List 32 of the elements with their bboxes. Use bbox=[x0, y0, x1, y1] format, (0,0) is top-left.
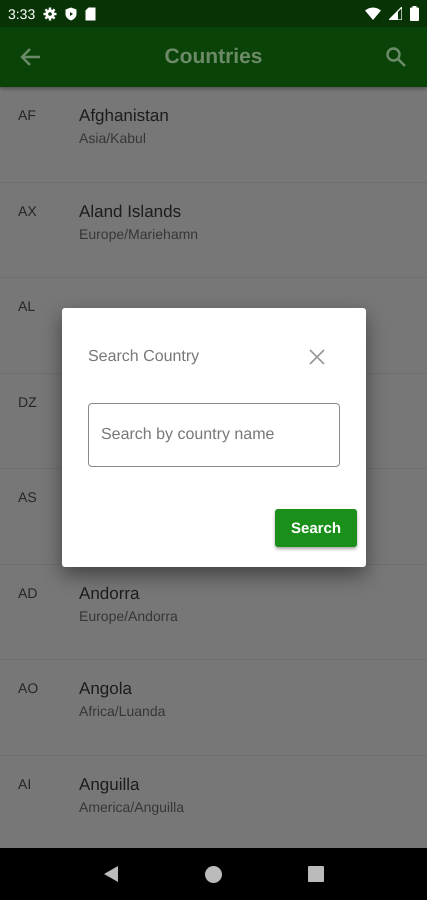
status-time: 3:33 bbox=[8, 6, 36, 22]
country-code: AS bbox=[18, 488, 38, 507]
battery-icon bbox=[410, 6, 419, 21]
shield-icon bbox=[65, 6, 78, 20]
country-name: Andorra bbox=[79, 584, 140, 604]
search-field[interactable]: Search by country name bbox=[88, 403, 340, 467]
country-code: AL bbox=[18, 297, 36, 316]
timezone-label: Africa/Luanda bbox=[79, 703, 166, 719]
gear-icon bbox=[43, 6, 58, 20]
country-name: Angola bbox=[79, 679, 132, 699]
close-button[interactable] bbox=[309, 349, 325, 365]
country-code: AI bbox=[18, 774, 32, 794]
screen-title: Countries bbox=[163, 45, 264, 69]
back-nav-button[interactable] bbox=[103, 865, 119, 883]
signal-icon bbox=[389, 7, 402, 20]
dialog-title: Search Country bbox=[88, 348, 200, 366]
home-nav-button[interactable] bbox=[205, 866, 222, 882]
country-code: AF bbox=[18, 106, 37, 125]
country-name: Anguilla bbox=[79, 774, 140, 794]
sd-card-icon bbox=[85, 6, 96, 20]
country-code: AX bbox=[18, 202, 38, 220]
country-code: AD bbox=[18, 584, 38, 602]
country-code: DZ bbox=[18, 392, 38, 412]
timezone-label: Asia/Kabul bbox=[79, 130, 146, 146]
country-name: Afghanistan bbox=[79, 106, 169, 126]
country-code: AO bbox=[18, 679, 40, 698]
timezone-label: Europe/Andorra bbox=[79, 608, 178, 624]
timezone-label: America/Anguilla bbox=[79, 798, 184, 814]
timezone-label: Europe/Mariehamn bbox=[79, 226, 198, 242]
wifi-icon bbox=[365, 7, 381, 20]
search-submit-button[interactable]: Search bbox=[275, 509, 357, 547]
country-name: Aland Islands bbox=[79, 202, 182, 222]
